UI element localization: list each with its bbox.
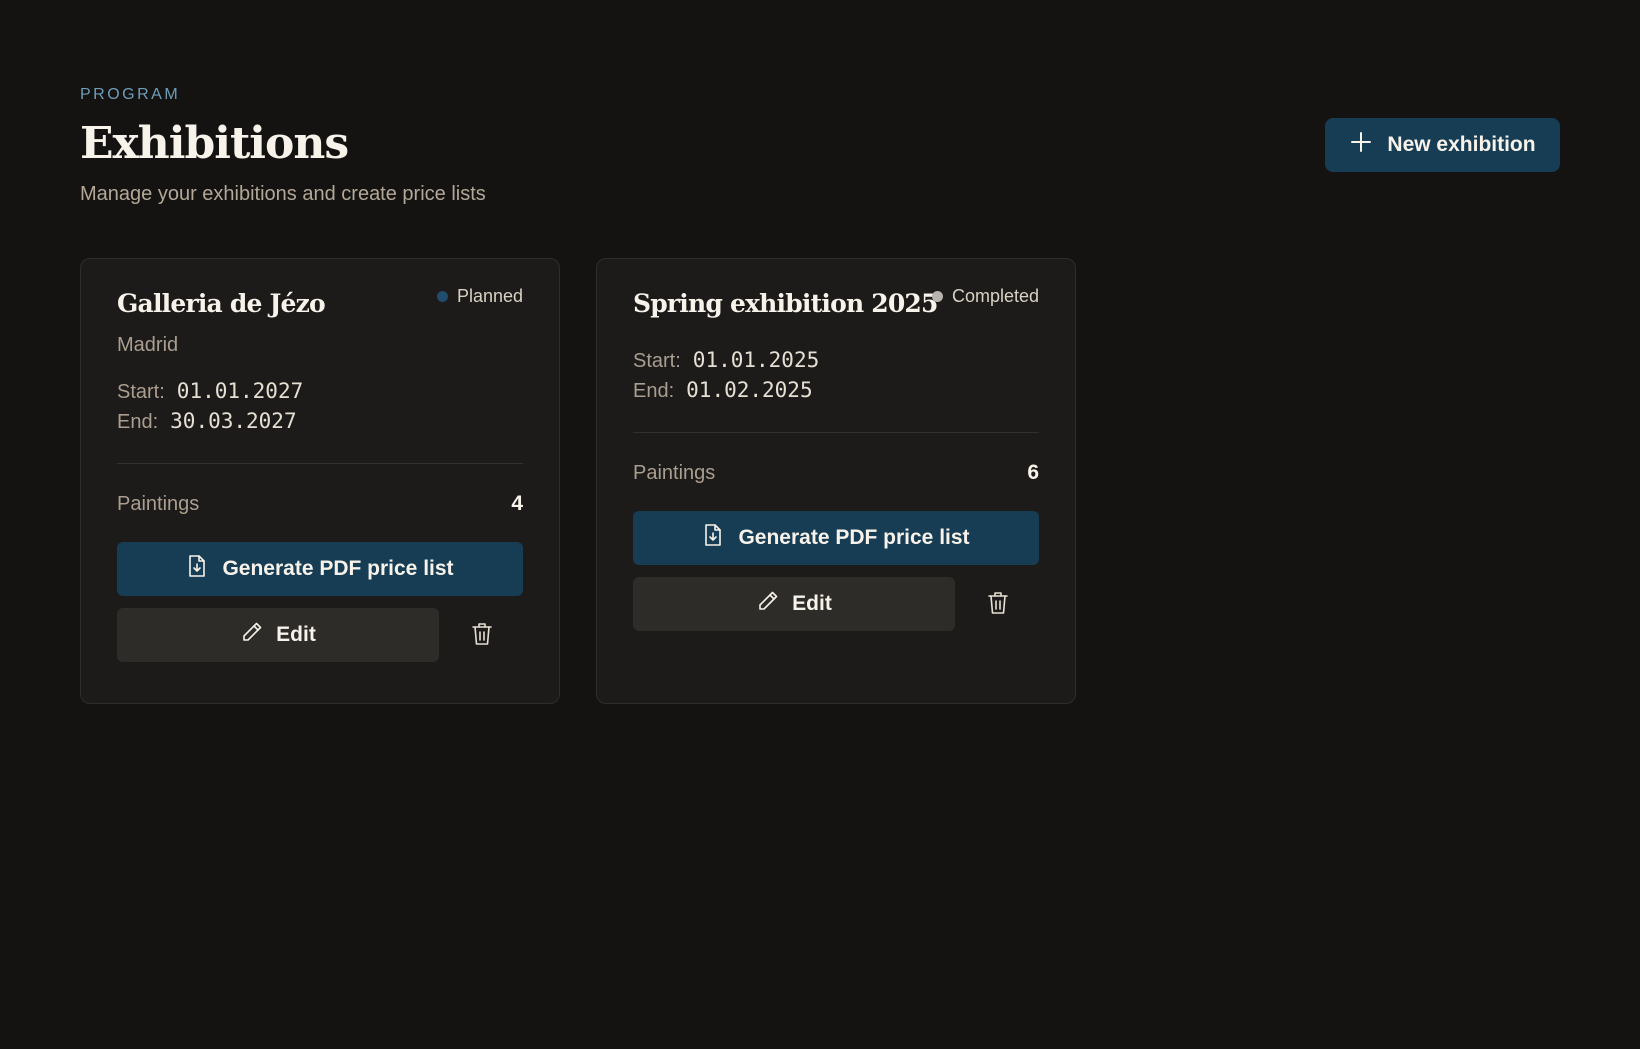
card-actions: Edit: [633, 577, 1039, 631]
paintings-count: 4: [511, 492, 523, 515]
edit-button[interactable]: Edit: [633, 577, 955, 631]
generate-pdf-label: Generate PDF price list: [738, 526, 970, 549]
generate-pdf-button[interactable]: Generate PDF price list: [117, 542, 523, 596]
end-date-value: 30.03.2027: [170, 409, 297, 433]
exhibition-card: Spring exhibition 2025 Completed Start: …: [596, 258, 1076, 704]
status-dot-icon: [436, 291, 448, 302]
page-header: PROGRAM Exhibitions Manage your exhibiti…: [80, 0, 1560, 258]
page-title: Exhibitions: [80, 118, 349, 169]
paintings-label: Paintings: [117, 492, 200, 515]
new-exhibition-label: New exhibition: [1387, 133, 1536, 156]
status-label: Completed: [951, 286, 1039, 306]
exhibition-card: Galleria de Jézo Planned Madrid Start: 0…: [80, 258, 560, 704]
page-subtitle: Manage your exhibitions and create price…: [80, 183, 486, 205]
card-actions: Edit: [117, 608, 523, 662]
end-date-value: 01.02.2025: [686, 378, 813, 402]
delete-button[interactable]: [971, 577, 1025, 631]
generate-pdf-label: Generate PDF price list: [222, 557, 454, 580]
status-badge: Planned: [436, 286, 523, 307]
paintings-count-row: Paintings 6: [633, 459, 1039, 487]
start-date-value: 01.01.2027: [176, 379, 304, 403]
edit-label: Edit: [276, 623, 316, 646]
delete-button[interactable]: [455, 608, 509, 662]
section-eyebrow: PROGRAM: [80, 86, 181, 103]
file-download-icon: [186, 554, 208, 584]
plus-icon: [1349, 130, 1373, 160]
status-badge: Completed: [931, 286, 1039, 307]
pencil-icon: [756, 589, 780, 619]
trash-icon: [987, 591, 1009, 618]
file-download-icon: [702, 523, 724, 553]
paintings-count-row: Paintings 4: [117, 490, 523, 518]
start-date-label: Start:: [633, 350, 681, 372]
generate-pdf-button[interactable]: Generate PDF price list: [633, 511, 1039, 565]
start-date-value: 01.01.2025: [692, 348, 820, 372]
status-label: Planned: [456, 286, 523, 306]
exhibition-list: Galleria de Jézo Planned Madrid Start: 0…: [80, 258, 1560, 704]
exhibition-location: Madrid: [117, 334, 179, 356]
end-date-label: End:: [117, 411, 159, 433]
trash-icon: [471, 622, 493, 649]
exhibition-dates: Start: 01.01.2025 End: 01.02.2025: [633, 348, 1039, 408]
start-date-label: Start:: [117, 381, 165, 403]
pencil-icon: [240, 620, 264, 650]
paintings-count: 6: [1027, 461, 1039, 484]
card-divider: [117, 463, 523, 464]
edit-label: Edit: [792, 592, 832, 615]
card-divider: [633, 432, 1039, 433]
end-date-label: End:: [633, 380, 675, 402]
status-dot-icon: [931, 291, 943, 302]
edit-button[interactable]: Edit: [117, 608, 439, 662]
paintings-label: Paintings: [633, 461, 716, 484]
new-exhibition-button[interactable]: New exhibition: [1325, 118, 1560, 172]
exhibition-dates: Start: 01.01.2027 End: 30.03.2027: [117, 379, 523, 439]
exhibitions-page: PROGRAM Exhibitions Manage your exhibiti…: [0, 0, 1640, 1049]
